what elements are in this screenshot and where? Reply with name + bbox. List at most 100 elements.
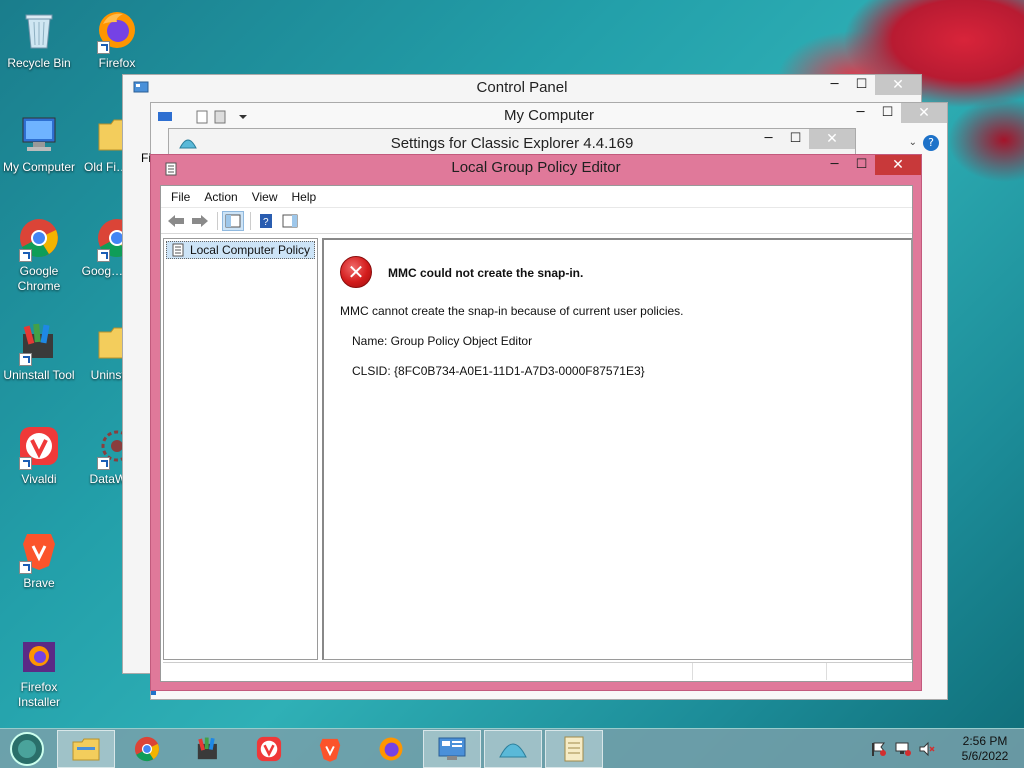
brave-icon xyxy=(319,738,341,762)
desktop-icon-my-computer[interactable]: My Computer xyxy=(0,112,78,175)
status-pane xyxy=(827,663,912,680)
maximize-button[interactable]: ☐ xyxy=(848,75,875,95)
error-clsid-line: CLSID: {8FC0B734-A0E1-11D1-A7D3-0000F875… xyxy=(352,364,645,378)
shortcut-arrow-icon xyxy=(19,457,32,470)
maximize-button[interactable]: ☐ xyxy=(848,155,875,175)
window-title: Control Panel xyxy=(476,79,568,96)
shortcut-arrow-icon xyxy=(97,41,110,54)
status-pane xyxy=(693,663,827,680)
action-pane-icon[interactable] xyxy=(279,211,301,231)
maximize-button[interactable]: ☐ xyxy=(782,129,809,149)
clock-time: 2:56 PM xyxy=(962,734,1008,748)
window-title: My Computer xyxy=(503,107,595,124)
start-button[interactable] xyxy=(0,730,54,768)
close-button[interactable]: ✕ xyxy=(875,155,921,175)
network-icon[interactable] xyxy=(894,741,912,757)
back-arrow-icon[interactable] xyxy=(165,211,187,231)
error-title: MMC could not create the snap-in. xyxy=(388,266,584,280)
desktop-icon-label: Vivaldi xyxy=(21,472,57,486)
taskbar-uninstall-tool[interactable] xyxy=(179,730,237,768)
shortcut-arrow-icon xyxy=(19,353,32,366)
taskbar: 2:56 PM 5/6/2022 xyxy=(0,728,1024,768)
help-book-icon[interactable]: ? xyxy=(255,211,277,231)
desktop-icon-google-chrome[interactable]: Google Chrome xyxy=(0,216,78,294)
maximize-button[interactable]: ☐ xyxy=(874,103,901,123)
minimize-button[interactable]: ─ xyxy=(755,129,782,149)
tree-item-local-computer-policy[interactable]: Local Computer Policy xyxy=(166,241,315,259)
window-controls: ─ ☐ ✕ xyxy=(821,75,921,97)
close-button[interactable]: ✕ xyxy=(875,75,921,95)
desktop-icon-label: Firefox xyxy=(98,56,136,70)
menu-help[interactable]: Help xyxy=(292,190,317,204)
control-panel-icon xyxy=(133,81,149,93)
close-button[interactable]: ✕ xyxy=(901,103,947,123)
chrome-icon xyxy=(17,216,61,262)
shortcut-arrow-icon xyxy=(19,249,32,262)
minimize-button[interactable]: ─ xyxy=(821,75,848,95)
menu-action[interactable]: Action xyxy=(204,190,237,204)
error-message: MMC cannot create the snap-in because of… xyxy=(340,304,684,318)
taskbar-firefox[interactable] xyxy=(362,730,420,768)
desktop-icon-recycle-bin[interactable]: Recycle Bin xyxy=(0,8,78,71)
desktop-icon-firefox[interactable]: Firefox xyxy=(78,8,156,71)
help-icon[interactable]: ? xyxy=(923,135,939,151)
menu-bar: File Action View Help xyxy=(161,186,912,208)
minimize-button[interactable]: ─ xyxy=(847,103,874,123)
close-button[interactable]: ✕ xyxy=(809,129,855,149)
volume-muted-icon[interactable] xyxy=(918,741,936,757)
taskbar-group-policy[interactable] xyxy=(545,729,603,768)
taskbar-vivaldi[interactable] xyxy=(240,730,298,768)
desktop-icon-label: My Computer xyxy=(2,160,76,174)
forward-arrow-icon[interactable] xyxy=(189,211,211,231)
desktop-icon-vivaldi[interactable]: Vivaldi xyxy=(0,424,78,487)
error-icon: ✕ xyxy=(340,256,372,288)
action-center-flag-icon[interactable] xyxy=(870,741,888,757)
minimize-button[interactable]: ─ xyxy=(821,155,848,175)
desktop-icon-firefox-installer[interactable]: Firefox Installer xyxy=(0,632,78,710)
start-orb-icon xyxy=(10,731,44,766)
taskbar-brave[interactable] xyxy=(301,730,359,768)
desktop-icon-label: Brave xyxy=(23,576,55,590)
taskbar-file-explorer[interactable] xyxy=(57,729,115,768)
window-controls: ─ ☐ ✕ xyxy=(821,155,921,177)
desktop-icon-label: Firefox Installer xyxy=(17,680,61,709)
group-policy-window[interactable]: Local Group Policy Editor ─ ☐ ✕ File Act… xyxy=(150,154,922,691)
taskbar-control-panel[interactable] xyxy=(423,729,481,768)
mmc-content: File Action View Help ? Local Computer P… xyxy=(160,185,913,682)
uninstall-tool-icon xyxy=(17,320,61,366)
computer-icon xyxy=(17,112,61,156)
taskbar-classic-shell[interactable] xyxy=(484,729,542,768)
firefox-icon xyxy=(379,737,403,760)
menu-file[interactable]: File xyxy=(171,190,190,204)
firefox-icon xyxy=(95,8,139,54)
error-name-line: Name: Group Policy Object Editor xyxy=(352,334,533,348)
quick-access-toolbar[interactable] xyxy=(157,109,247,125)
desktop-icon-brave[interactable]: Brave xyxy=(0,528,78,591)
desktop-icon-uninstall-tool[interactable]: Uninstall Tool xyxy=(0,320,78,383)
toolbar-separator xyxy=(250,211,251,230)
toolbar: ? xyxy=(161,208,912,234)
show-hide-tree-icon[interactable] xyxy=(222,210,244,231)
policy-icon xyxy=(165,162,177,176)
chevron-down-icon[interactable]: ⌄ xyxy=(909,137,917,148)
shortcut-arrow-icon xyxy=(97,249,110,262)
vivaldi-icon xyxy=(256,736,282,761)
scroll-icon xyxy=(564,736,584,761)
window-controls: ─ ☐ ✕ xyxy=(847,103,947,125)
clock[interactable]: 2:56 PM 5/6/2022 xyxy=(946,734,1024,764)
shortcut-arrow-icon xyxy=(97,457,110,470)
clock-date: 5/6/2022 xyxy=(961,749,1009,763)
control-panel-icon xyxy=(438,737,466,760)
desktop-icon-label: Recycle Bin xyxy=(7,56,71,70)
system-tray: 2:56 PM 5/6/2022 xyxy=(870,729,1024,768)
desktop-icon-label: Google Chrome xyxy=(17,264,61,293)
details-pane: ✕ MMC could not create the snap-in. MMC … xyxy=(322,238,912,660)
window-controls: ─ ☐ ✕ xyxy=(755,129,855,151)
menu-view[interactable]: View xyxy=(252,190,278,204)
tree-item-label: Local Computer Policy xyxy=(189,243,310,257)
vivaldi-icon xyxy=(17,424,61,470)
taskbar-chrome[interactable] xyxy=(118,730,176,768)
toolbar-separator xyxy=(217,211,218,230)
chrome-icon xyxy=(134,736,160,761)
policy-icon xyxy=(172,243,184,257)
